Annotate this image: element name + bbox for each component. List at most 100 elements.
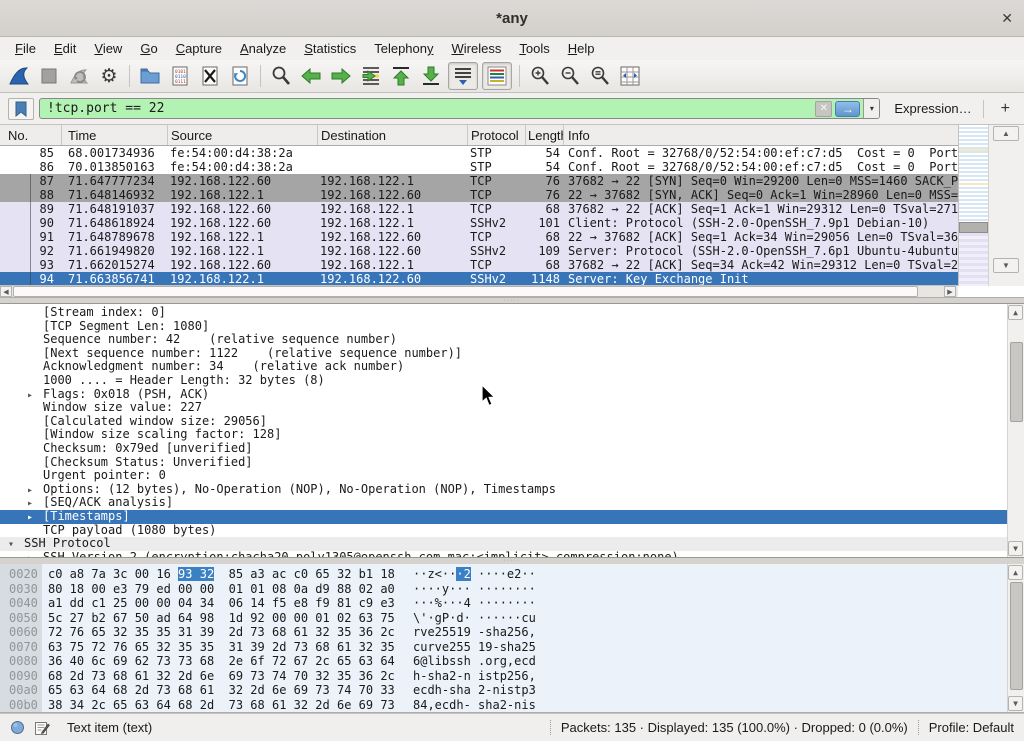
open-file-button[interactable] (135, 62, 165, 90)
hex-row[interactable]: 00b038 34 2c 65 63 64 68 2d 73 68 61 32 … (0, 698, 1024, 713)
go-to-last-packet-button[interactable] (416, 62, 446, 90)
detail-line[interactable]: TCP payload (1080 bytes) (0, 524, 1024, 538)
scroll-up-icon[interactable]: ▲ (1008, 565, 1023, 580)
menu-telephony[interactable]: Telephony (365, 39, 442, 58)
menu-analyze[interactable]: Analyze (231, 39, 295, 58)
expander-icon[interactable]: ▸ (27, 484, 43, 497)
detail-line[interactable]: ▸[SEQ/ACK analysis] (0, 496, 1024, 510)
close-icon[interactable]: ✕ (1001, 10, 1013, 26)
detail-line[interactable]: [TCP Segment Len: 1080] (0, 320, 1024, 334)
filter-clear-button[interactable]: ✕ (815, 101, 832, 117)
menu-wireless[interactable]: Wireless (443, 39, 511, 58)
packet-row[interactable]: 8871.648146932192.168.122.1192.168.122.6… (0, 188, 958, 202)
expander-icon[interactable]: ▸ (27, 511, 43, 524)
go-back-button[interactable] (296, 62, 326, 90)
minimap-thumb[interactable] (959, 222, 988, 233)
packet-row[interactable]: 9371.662015274192.168.122.60192.168.122.… (0, 258, 958, 272)
add-filter-button[interactable]: + (995, 100, 1016, 118)
detail-line[interactable]: Urgent pointer: 0 (0, 469, 1024, 483)
go-forward-button[interactable] (326, 62, 356, 90)
expander-icon[interactable]: ▾ (8, 538, 24, 551)
expression-button[interactable]: Expression… (894, 101, 971, 116)
detail-line[interactable]: Acknowledgment number: 34 (relative ack … (0, 360, 1024, 374)
scroll-down-icon[interactable]: ▼ (1008, 541, 1023, 556)
filter-apply-button[interactable]: → (835, 101, 860, 117)
packet-row[interactable]: 8971.648191037192.168.122.60192.168.122.… (0, 202, 958, 216)
menu-go[interactable]: Go (131, 39, 166, 58)
scroll-down-icon[interactable]: ▼ (1008, 696, 1023, 711)
filter-dropdown-icon[interactable]: ▾ (863, 98, 879, 119)
bytes-scroll-thumb[interactable] (1010, 582, 1023, 690)
auto-scroll-toggle[interactable] (448, 62, 478, 90)
zoom-in-button[interactable] (525, 62, 555, 90)
menu-view[interactable]: View (85, 39, 131, 58)
detail-line[interactable]: ▸Options: (12 bytes), No-Operation (NOP)… (0, 483, 1024, 497)
colorize-packets-toggle[interactable] (482, 62, 512, 90)
go-to-first-packet-button[interactable] (386, 62, 416, 90)
detail-line[interactable]: ▾SSH Protocol (0, 537, 1024, 551)
menu-help[interactable]: Help (559, 39, 604, 58)
detail-line[interactable]: 1000 .... = Header Length: 32 bytes (8) (0, 374, 1024, 388)
detail-line[interactable]: [Stream index: 0] (0, 306, 1024, 320)
find-packet-button[interactable] (266, 62, 296, 90)
detail-line[interactable]: Checksum: 0x79ed [unverified] (0, 442, 1024, 456)
filter-input[interactable]: !tcp.port == 22 ✕ → ▾ (39, 98, 880, 119)
reload-button[interactable] (225, 62, 255, 90)
hex-row[interactable]: 008036 40 6c 69 62 73 73 68 2e 6f 72 67 … (0, 654, 1024, 669)
hscroll-thumb[interactable] (13, 286, 918, 297)
details-vscrollbar[interactable]: ▲ ▼ (1007, 304, 1024, 557)
menu-capture[interactable]: Capture (167, 39, 231, 58)
capture-comment-button[interactable] (34, 720, 50, 736)
detail-line[interactable]: [Next sequence number: 1122 (relative se… (0, 347, 1024, 361)
go-to-packet-button[interactable] (356, 62, 386, 90)
column-header-no[interactable]: No. (0, 125, 62, 145)
profile-button[interactable]: Profile: Default (929, 720, 1014, 735)
expander-icon[interactable]: ▸ (27, 389, 43, 402)
expander-icon[interactable]: ▸ (27, 497, 43, 510)
column-header-source[interactable]: Source (168, 125, 318, 145)
close-file-button[interactable] (195, 62, 225, 90)
detail-line[interactable]: ▸Flags: 0x018 (PSH, ACK) (0, 388, 1024, 402)
packet-row[interactable]: 9171.648789678192.168.122.1192.168.122.6… (0, 230, 958, 244)
packet-row[interactable]: 9071.648618924192.168.122.60192.168.122.… (0, 216, 958, 230)
packet-row[interactable]: 9271.661949820192.168.122.1192.168.122.6… (0, 244, 958, 258)
save-file-button[interactable]: 010101100111 (165, 62, 195, 90)
column-header-destination[interactable]: Destination (318, 125, 468, 145)
resize-columns-button[interactable] (615, 62, 645, 90)
column-header-protocol[interactable]: Protocol (468, 125, 526, 145)
menu-edit[interactable]: Edit (45, 39, 85, 58)
menu-file[interactable]: File (6, 39, 45, 58)
details-scroll-thumb[interactable] (1010, 342, 1023, 422)
scroll-up-icon[interactable]: ▲ (1008, 305, 1023, 320)
zoom-100-button[interactable] (585, 62, 615, 90)
column-header-time[interactable]: Time (62, 125, 168, 145)
detail-line[interactable]: [Checksum Status: Unverified] (0, 456, 1024, 470)
packet-row[interactable]: 8771.647777234192.168.122.60192.168.122.… (0, 174, 958, 188)
menu-tools[interactable]: Tools (510, 39, 558, 58)
restart-capture-button[interactable] (64, 62, 94, 90)
column-header-info[interactable]: Info (564, 125, 1024, 145)
stop-capture-button[interactable] (34, 62, 64, 90)
menu-statistics[interactable]: Statistics (295, 39, 365, 58)
hex-row[interactable]: 00a065 63 64 68 2d 73 68 61 32 2d 6e 69 … (0, 683, 1024, 698)
filter-bookmark-button[interactable] (8, 98, 34, 120)
packet-list-hscrollbar[interactable]: ◀ ▶ (0, 285, 958, 297)
scroll-left-icon[interactable]: ◀ (0, 286, 12, 297)
detail-line[interactable]: Window size value: 227 (0, 401, 1024, 415)
detail-line[interactable]: [Window size scaling factor: 128] (0, 428, 1024, 442)
detail-line-selected[interactable]: ▸[Timestamps] (0, 510, 1024, 524)
detail-line[interactable]: [Calculated window size: 29056] (0, 415, 1024, 429)
packet-row[interactable]: 8568.001734936fe:54:00:d4:38:2aSTP54Conf… (0, 146, 958, 160)
column-header-length[interactable]: Length (526, 125, 564, 145)
packet-row[interactable]: 8670.013850163fe:54:00:d4:38:2aSTP54Conf… (0, 160, 958, 174)
capture-options-button[interactable]: ⚙ (94, 62, 124, 90)
start-capture-button[interactable] (4, 62, 34, 90)
hex-row[interactable]: 00505c 27 b2 67 50 ad 64 98 1d 92 00 00 … (0, 611, 1024, 626)
hex-row[interactable]: 009068 2d 73 68 61 32 2d 6e 69 73 74 70 … (0, 669, 1024, 684)
hex-row[interactable]: 0040a1 dd c1 25 00 00 04 34 06 14 f5 e8 … (0, 596, 1024, 611)
zoom-out-button[interactable] (555, 62, 585, 90)
hex-row[interactable]: 007063 75 72 76 65 32 35 35 31 39 2d 73 … (0, 640, 1024, 655)
hex-row[interactable]: 0020c0 a8 7a 3c 00 16 93 32 85 a3 ac c0 … (0, 567, 1024, 582)
scroll-right-icon[interactable]: ▶ (944, 286, 956, 297)
scroll-up-icon[interactable]: ▲ (993, 126, 1019, 141)
